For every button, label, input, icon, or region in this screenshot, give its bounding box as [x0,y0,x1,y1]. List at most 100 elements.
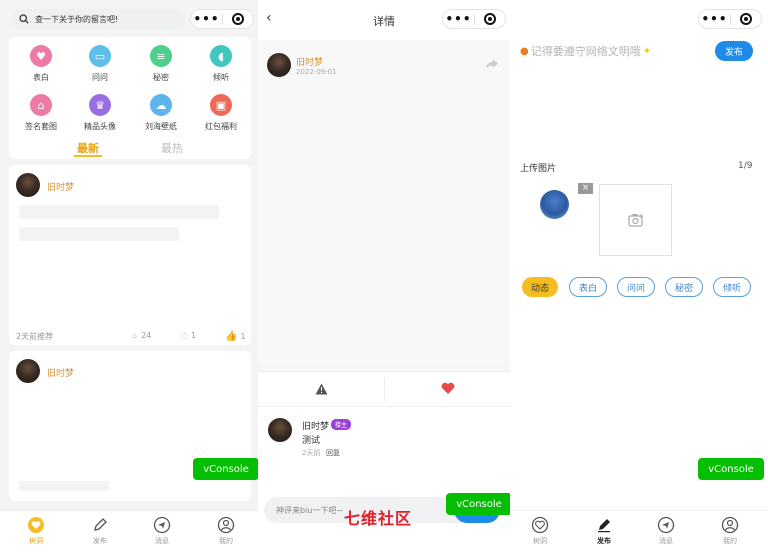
back-arrow-icon[interactable]: ‹ [266,10,272,26]
user-icon [217,516,235,534]
fire-icon: ♨ [131,331,139,340]
nav-profile[interactable]: 我的 [710,516,750,546]
category-item[interactable]: ▭ 问问 [75,45,125,83]
camera-plus-icon [628,213,644,230]
tag-dynamic[interactable]: 动态 [522,277,558,297]
nav-tree-hole[interactable]: 树洞 [520,516,560,546]
comment-input-placeholder: 神评来biu一下吧~ [276,506,344,515]
note-icon: ≡ [150,45,172,67]
search-icon [19,14,29,24]
nav-tree-hole[interactable]: 树洞 [16,516,56,546]
post-author[interactable]: 旧时梦 [296,55,323,68]
mini-program-capsule: ••• [442,9,506,29]
search-bar[interactable]: 查一下关于你的留言吧! [11,9,184,29]
category-item[interactable]: ◖ 倾听 [196,45,246,83]
uploaded-image[interactable] [540,190,569,219]
pencil-icon [91,516,109,534]
publish-screen: ••• ● 记得要遵守网络文明哦 ✦ 发布 上传图片 1/9 × 动态 表白 问… [510,0,768,552]
view-count: ♨ 24 [131,331,152,340]
target-icon [483,13,496,25]
upload-count: 1/9 [738,161,753,171]
category-item[interactable]: ⌂ 签名套图 [16,94,66,132]
publish-button[interactable]: 发布 [715,41,753,61]
comment-section: 旧时梦 楼主 测试 2天前 回复 [258,407,510,552]
more-menu-button[interactable]: ••• [191,12,222,26]
category-item[interactable]: ▣ 红包福利 [196,94,246,132]
mini-program-capsule: ••• [698,9,762,29]
detail-screen: ‹ 详情 ••• 旧时梦 2022-09-01 旧时梦 楼主 测试 2天前 回复… [258,0,510,552]
share-icon[interactable] [485,58,499,73]
reply-link[interactable]: 回复 [326,448,340,458]
divider [384,378,385,402]
target-icon [231,13,244,25]
house-icon: ⌂ [30,94,52,116]
nav-profile[interactable]: 我的 [206,516,246,546]
post-author[interactable]: 旧时梦 [47,366,74,379]
post-detail: 旧时梦 2022-09-01 [258,40,510,365]
post-card[interactable]: 旧时梦 2天前推荐 ♨ 24 ◌ 1 👍 1 [9,165,251,345]
heart-icon: ♥ [30,45,52,67]
comment-time: 2天前 [302,449,321,457]
gift-icon: ▣ [210,94,232,116]
tag-secret[interactable]: 秘密 [665,277,703,297]
vconsole-button[interactable]: vConsole [446,493,510,515]
comment-count[interactable]: ◌ 1 [181,331,196,340]
blurred-content [19,205,219,219]
close-program-button[interactable] [475,13,505,25]
tab-latest[interactable]: 最新 [77,140,99,156]
category-item[interactable]: ♛ 精品头像 [75,94,125,132]
heart-shield-icon [27,516,45,534]
vconsole-button[interactable]: vConsole [193,458,258,480]
home-screen: 查一下关于你的留言吧! ••• ♥ 表白 ▭ 问问 ≡ 秘密 ◖ 倾听 ⌂ 签名套图 ♛ 精… [0,0,258,552]
close-program-button[interactable] [731,13,761,25]
more-menu-button[interactable]: ••• [699,12,730,26]
target-icon [739,13,752,25]
owner-badge: 楼主 [331,419,352,430]
nav-publish[interactable]: 发布 [80,516,120,546]
active-tab-indicator [74,155,102,157]
cloud-icon: ☁ [150,94,172,116]
blurred-content [19,481,109,491]
category-item[interactable]: ♥ 表白 [16,45,66,83]
category-grid: ♥ 表白 ▭ 问问 ≡ 秘密 ◖ 倾听 ⌂ 签名套图 ♛ 精品头像 ☁ 刘海壁纸 ▣ 红包福利 … [9,37,251,159]
post-date: 2022-09-01 [296,68,337,76]
nav-messages[interactable]: 消息 [142,516,182,546]
tag-ask[interactable]: 问问 [617,277,655,297]
remove-image-button[interactable]: × [578,183,593,194]
tab-hottest[interactable]: 最热 [161,140,183,156]
comment-text: 测试 [302,436,321,446]
avatar[interactable] [16,359,40,383]
tag-listen[interactable]: 倾听 [713,277,751,297]
nav-publish[interactable]: 发布 [584,516,624,546]
search-placeholder: 查一下关于你的留言吧! [35,14,119,24]
comment-icon: ◌ [181,331,188,340]
user-icon [721,516,739,534]
more-menu-button[interactable]: ••• [443,12,474,26]
upload-label: 上传图片 [520,164,557,174]
ear-icon: ◖ [210,45,232,67]
add-image-slot[interactable] [599,184,672,256]
tag-confession[interactable]: 表白 [569,277,607,297]
like-count[interactable]: 👍 1 [225,331,246,342]
avatar[interactable] [16,173,40,197]
like-heart-icon[interactable] [441,382,455,398]
pencil-icon [595,516,613,534]
heart-shield-icon [531,516,549,534]
comment-author[interactable]: 旧时梦 [302,419,329,432]
vconsole-button[interactable]: vConsole [698,458,764,480]
publish-hint: ● 记得要遵守网络文明哦 ✦ [520,45,652,58]
category-item[interactable]: ☁ 刘海壁纸 [136,94,186,132]
page-title: 详情 [373,15,395,28]
nav-messages[interactable]: 消息 [646,516,686,546]
avatar[interactable] [268,418,292,442]
post-time: 2天前推荐 [16,332,54,341]
crown-icon: ♛ [89,94,111,116]
bulb-icon: ● [520,45,529,57]
close-program-button[interactable] [223,13,253,25]
avatar[interactable] [267,53,291,77]
category-item[interactable]: ≡ 秘密 [136,45,186,83]
post-author[interactable]: 旧时梦 [47,180,74,193]
bottom-nav: 树洞 发布 消息 我的 [0,510,258,552]
report-warning-icon[interactable] [315,383,328,398]
mini-program-capsule: ••• [190,9,254,29]
